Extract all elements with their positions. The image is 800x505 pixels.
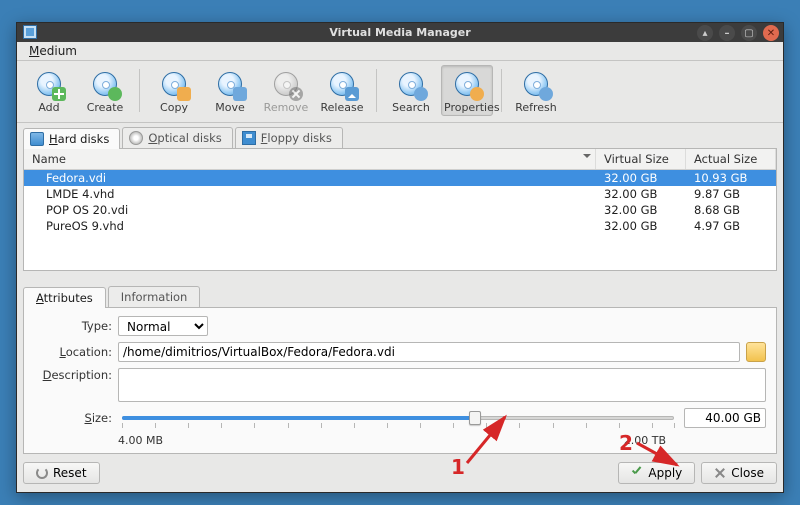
hard-disk-icon [30, 132, 44, 146]
table-row[interactable]: Fedora.vdi32.00 GB10.93 GB [24, 170, 776, 186]
cell-virtual-size: 32.00 GB [596, 186, 686, 202]
sort-desc-icon [583, 154, 591, 162]
description-textarea[interactable] [118, 368, 766, 402]
description-label: Description: [34, 368, 112, 382]
cell-actual-size: 10.93 GB [686, 170, 776, 186]
cell-actual-size: 8.68 GB [686, 202, 776, 218]
release-button[interactable]: Release [316, 65, 368, 116]
refresh-icon [539, 87, 553, 101]
attributes-panel: Type: Normal Location: Description: Size… [23, 307, 777, 454]
browse-folder-button[interactable] [746, 342, 766, 362]
gear-icon [470, 87, 484, 101]
move-icon [233, 87, 247, 101]
remove-icon [289, 87, 303, 101]
title-bar: Virtual Media Manager ▴ – ▢ ✕ [17, 23, 783, 42]
maximize-window-icon[interactable]: ▢ [741, 25, 757, 41]
properties-button[interactable]: Properties [441, 65, 493, 116]
type-label: Type: [34, 319, 112, 333]
tab-information[interactable]: Information [108, 286, 201, 307]
window-title: Virtual Media Manager [17, 26, 783, 39]
tab-attributes[interactable]: Attributes [23, 287, 106, 308]
separator [376, 69, 377, 112]
col-virtual-size[interactable]: Virtual Size [596, 149, 686, 170]
close-icon [714, 467, 726, 479]
table-row[interactable]: POP OS 20.vdi32.00 GB8.68 GB [24, 202, 776, 218]
separator [139, 69, 140, 112]
attribute-tabs: Attributes Information [23, 286, 777, 307]
col-name[interactable]: Name [24, 149, 596, 170]
tab-hard-disks[interactable]: Hard disks [23, 128, 120, 149]
cell-virtual-size: 32.00 GB [596, 218, 686, 234]
col-actual-size[interactable]: Actual Size [686, 149, 776, 170]
tab-optical-disks[interactable]: Optical disks [122, 127, 232, 148]
slider-fill [122, 416, 475, 420]
apply-button[interactable]: Apply [618, 462, 695, 484]
table-row[interactable]: PureOS 9.vhd32.00 GB4.97 GB [24, 218, 776, 234]
search-icon [414, 87, 428, 101]
size-min-label: 4.00 MB [118, 434, 163, 447]
cell-actual-size: 9.87 GB [686, 186, 776, 202]
cell-actual-size: 4.97 GB [686, 218, 776, 234]
disk-table: Name Virtual Size Actual Size [24, 149, 776, 170]
cell-virtual-size: 32.00 GB [596, 170, 686, 186]
shade-window-icon[interactable]: ▴ [697, 25, 713, 41]
copy-icon [177, 87, 191, 101]
menu-medium[interactable]: Medium [23, 42, 83, 60]
tab-floppy-disks[interactable]: Floppy disks [235, 127, 343, 148]
location-label: Location: [34, 345, 112, 359]
close-button[interactable]: Close [701, 462, 777, 484]
reset-button[interactable]: Reset [23, 462, 100, 484]
minimize-window-icon[interactable]: – [719, 25, 735, 41]
menu-bar: Medium [17, 42, 783, 61]
cell-name: LMDE 4.vhd [24, 186, 596, 202]
size-max-label: 2.00 TB [624, 434, 666, 447]
location-input[interactable] [118, 342, 740, 362]
move-button[interactable]: Move [204, 65, 256, 116]
size-label: Size: [34, 411, 112, 425]
add-button[interactable]: Add [23, 65, 75, 116]
reset-icon [36, 467, 48, 479]
copy-button[interactable]: Copy [148, 65, 200, 116]
size-input[interactable] [684, 408, 766, 428]
virtual-media-manager-window: Virtual Media Manager ▴ – ▢ ✕ Medium Add… [16, 22, 784, 493]
remove-button: Remove [260, 65, 312, 116]
toolbar: Add Create Copy Move Remove Release Sear… [17, 61, 783, 123]
refresh-button[interactable]: Refresh [510, 65, 562, 116]
dialog-footer: Reset Apply Close [17, 460, 783, 492]
type-select[interactable]: Normal [118, 316, 208, 336]
disk-list-panel: Name Virtual Size Actual Size Fedora.vdi… [23, 148, 777, 271]
cell-name: PureOS 9.vhd [24, 218, 596, 234]
check-icon [631, 467, 643, 479]
optical-disk-icon [129, 131, 143, 145]
slider-ticks [122, 423, 674, 428]
cell-name: Fedora.vdi [24, 170, 596, 186]
size-slider[interactable] [122, 409, 674, 427]
cell-virtual-size: 32.00 GB [596, 202, 686, 218]
media-type-tabs: Hard disks Optical disks Floppy disks [17, 123, 783, 148]
separator [501, 69, 502, 112]
floppy-disk-icon [242, 131, 256, 145]
search-button[interactable]: Search [385, 65, 437, 116]
close-window-icon[interactable]: ✕ [763, 25, 779, 41]
plus-icon [52, 87, 66, 101]
create-button[interactable]: Create [79, 65, 131, 116]
release-icon [345, 87, 359, 101]
table-row[interactable]: LMDE 4.vhd32.00 GB9.87 GB [24, 186, 776, 202]
dot-icon [108, 87, 122, 101]
cell-name: POP OS 20.vdi [24, 202, 596, 218]
slider-thumb[interactable] [469, 411, 481, 425]
